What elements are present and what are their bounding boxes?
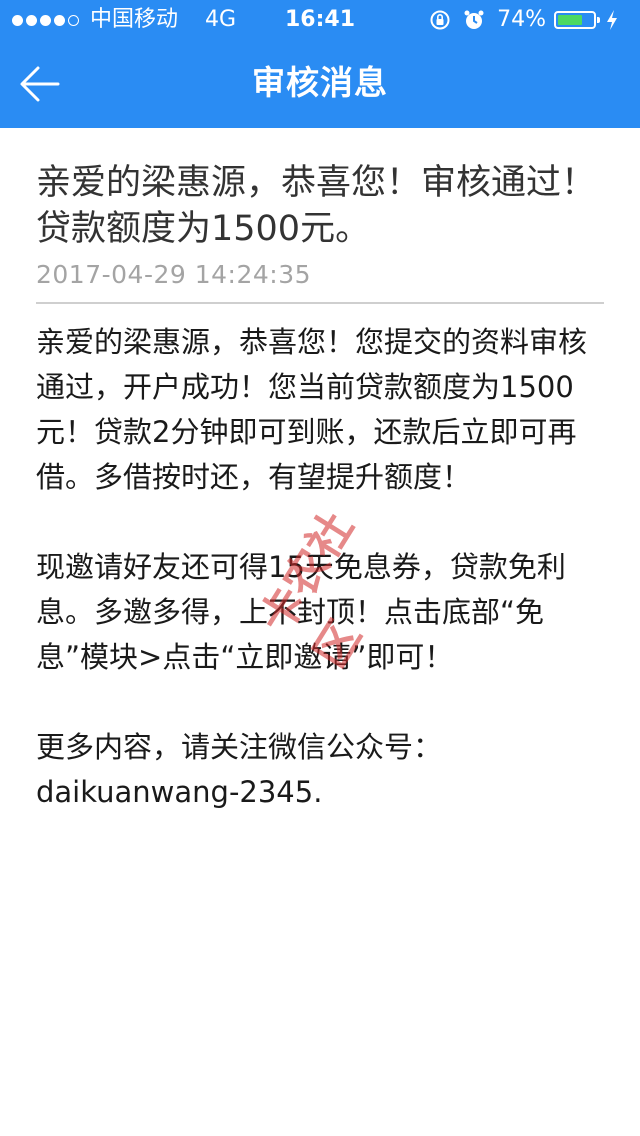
status-bar: 中国移动 4G 16:41 74% <box>0 0 640 40</box>
battery-icon <box>554 11 600 29</box>
top-bar: 中国移动 4G 16:41 74% 审核消息 <box>0 0 640 128</box>
navigation-bar: 审核消息 <box>0 40 640 128</box>
message-title: 亲爱的梁惠源，恭喜您！审核通过！贷款额度为1500元。 <box>36 163 597 249</box>
divider <box>36 302 604 304</box>
rotation-lock-icon <box>429 9 451 31</box>
battery-percent: 74% <box>497 7 546 32</box>
page-title: 审核消息 <box>252 63 388 102</box>
charging-bolt-icon <box>606 9 618 31</box>
message-timestamp: 2017-04-29 14:24:35 <box>36 260 312 289</box>
alarm-icon <box>463 9 485 31</box>
